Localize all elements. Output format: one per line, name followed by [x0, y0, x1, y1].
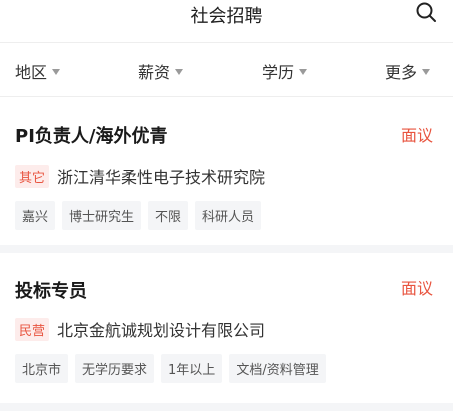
tag: 不限	[148, 201, 189, 230]
page-title: 社会招聘	[190, 6, 263, 27]
company-row: 民营 北京金航诚规划设计有限公司	[15, 317, 265, 341]
tag-list: 嘉兴 博士研究生 不限 科研人员	[15, 201, 268, 230]
job-card[interactable]: 投标专员 面议 民营 北京金航诚规划设计有限公司 北京市 无学历要求 1年以上 …	[0, 253, 453, 403]
filter-label: 学历	[262, 63, 295, 82]
company-name: 北京金航诚规划设计有限公司	[57, 321, 266, 340]
caret-down-icon	[52, 68, 61, 75]
app-header: 社会招聘	[0, 0, 453, 30]
tag: 科研人员	[195, 201, 262, 230]
tag: 文档/资料管理	[229, 354, 326, 383]
filter-education[interactable]: 学历	[262, 59, 308, 83]
company-type-badge: 民营	[15, 317, 50, 341]
tag: 1年以上	[161, 354, 223, 383]
filter-label: 薪资	[138, 63, 171, 82]
caret-down-icon	[299, 68, 308, 75]
job-title: 投标专员	[15, 281, 87, 302]
tag: 无学历要求	[75, 354, 155, 383]
tag: 北京市	[15, 354, 69, 383]
tag: 博士研究生	[62, 201, 142, 230]
card-separator	[0, 245, 453, 253]
tag-list: 北京市 无学历要求 1年以上 文档/资料管理	[15, 354, 333, 383]
filter-bar: 地区 薪资 学历 更多	[0, 42, 453, 97]
caret-down-icon	[175, 68, 184, 75]
tag: 嘉兴	[15, 201, 56, 230]
caret-down-icon	[422, 68, 431, 75]
card-separator	[0, 403, 453, 411]
filter-more[interactable]: 更多	[385, 59, 431, 83]
company-name: 浙江清华柔性电子技术研究院	[57, 168, 266, 187]
filter-region[interactable]: 地区	[15, 59, 61, 83]
company-type-badge: 其它	[15, 164, 50, 188]
search-icon[interactable]	[415, 1, 437, 23]
filter-salary[interactable]: 薪资	[138, 59, 184, 83]
company-row: 其它 浙江清华柔性电子技术研究院	[15, 164, 265, 188]
salary-label: 面议	[400, 126, 433, 145]
salary-label: 面议	[400, 279, 433, 298]
job-card[interactable]: PI负责人/海外优青 面议 其它 浙江清华柔性电子技术研究院 嘉兴 博士研究生 …	[0, 98, 453, 245]
filter-label: 更多	[385, 63, 418, 82]
job-title: PI负责人/海外优青	[15, 126, 168, 147]
filter-label: 地区	[15, 63, 48, 82]
